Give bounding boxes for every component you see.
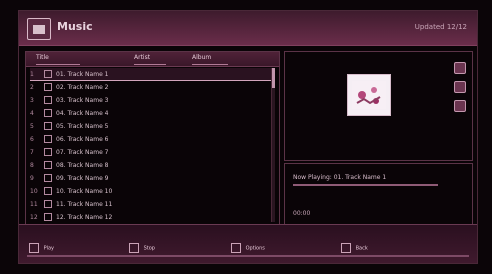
play-label: Play — [43, 245, 55, 252]
track-number: 7 — [30, 148, 34, 156]
track-row[interactable]: 7 07. Track Name 7 — [30, 146, 275, 158]
options-label: Options — [245, 245, 265, 252]
track-label: 09. Track Name 9 — [56, 174, 109, 182]
track-label: 01. Track Name 1 — [56, 70, 109, 78]
track-number: 10 — [30, 187, 38, 195]
track-icon — [44, 161, 52, 169]
track-number: 11 — [30, 200, 38, 208]
track-label: 07. Track Name 7 — [56, 148, 109, 156]
tab-bar: Title Artist Album — [26, 52, 279, 67]
preview-panel — [284, 51, 473, 161]
play-icon — [29, 243, 39, 253]
track-icon — [44, 174, 52, 182]
track-row[interactable]: 1 01. Track Name 1 — [30, 68, 275, 81]
track-icon — [44, 96, 52, 104]
list-scrollbar[interactable] — [271, 68, 275, 222]
track-icon — [44, 70, 52, 78]
bottom-divider — [27, 255, 469, 257]
play-button[interactable]: Play — [29, 243, 54, 253]
track-row[interactable]: 4 04. Track Name 4 — [30, 107, 275, 119]
stop-label: Stop — [143, 245, 155, 252]
options-icon — [231, 243, 241, 253]
track-number: 2 — [30, 83, 34, 91]
track-row[interactable]: 11 11. Track Name 11 — [30, 198, 275, 210]
tab-album[interactable]: Album — [192, 54, 228, 65]
now-playing-text: Now Playing: 01. Track Name 1 — [293, 174, 387, 181]
track-row[interactable]: 6 06. Track Name 6 — [30, 133, 275, 145]
track-icon — [44, 83, 52, 91]
track-label: 02. Track Name 2 — [56, 83, 109, 91]
back-icon — [341, 243, 351, 253]
track-list-panel: Title Artist Album 1 01. Track Name 1 2 … — [25, 51, 280, 229]
tab-title[interactable]: Title — [36, 54, 80, 65]
track-icon — [44, 135, 52, 143]
track-number: 6 — [30, 135, 34, 143]
shuffle-icon[interactable] — [454, 62, 466, 74]
track-icon — [44, 148, 52, 156]
options-button[interactable]: Options — [231, 243, 265, 253]
track-row[interactable]: 12 12. Track Name 12 — [30, 211, 275, 223]
track-number: 12 — [30, 213, 38, 221]
track-icon — [44, 187, 52, 195]
repeat-icon[interactable] — [454, 81, 466, 93]
track-number: 4 — [30, 109, 34, 117]
details-panel: Now Playing: 01. Track Name 1 00:00 — [284, 163, 473, 229]
music-app-icon — [27, 18, 51, 40]
track-label: 04. Track Name 4 — [56, 109, 109, 117]
window-title: Music — [57, 20, 93, 33]
time-text: 00:00 — [293, 210, 311, 217]
album-art — [347, 74, 391, 116]
track-icon — [44, 200, 52, 208]
track-row[interactable]: 9 09. Track Name 9 — [30, 172, 275, 184]
track-icon — [44, 122, 52, 130]
track-row[interactable]: 5 05. Track Name 5 — [30, 120, 275, 132]
track-label: 11. Track Name 11 — [56, 200, 113, 208]
album-art-graphic — [352, 81, 386, 109]
track-list: 1 01. Track Name 1 2 02. Track Name 2 3 … — [26, 68, 279, 228]
track-row[interactable]: 8 08. Track Name 8 — [30, 159, 275, 171]
stop-button[interactable]: Stop — [129, 243, 155, 253]
track-row[interactable]: 10 10. Track Name 10 — [30, 185, 275, 197]
track-label: 06. Track Name 6 — [56, 135, 109, 143]
volume-icon[interactable] — [454, 100, 466, 112]
tab-artist[interactable]: Artist — [134, 54, 166, 65]
track-row[interactable]: 3 03. Track Name 3 — [30, 94, 275, 106]
track-number: 1 — [30, 70, 34, 78]
track-number: 8 — [30, 161, 34, 169]
track-label: 03. Track Name 3 — [56, 96, 109, 104]
track-number: 9 — [30, 174, 34, 182]
title-bar: Music Updated 12/12 — [19, 11, 477, 46]
track-row[interactable]: 2 02. Track Name 2 — [30, 81, 275, 93]
back-label: Back — [355, 245, 368, 252]
back-button[interactable]: Back — [341, 243, 368, 253]
track-icon — [44, 109, 52, 117]
status-text: Updated 12/12 — [414, 23, 467, 31]
bottom-control-bar: Play Stop Options Back — [19, 224, 477, 263]
track-label: 08. Track Name 8 — [56, 161, 109, 169]
stop-icon — [129, 243, 139, 253]
track-label: 10. Track Name 10 — [56, 187, 113, 195]
track-label: 12. Track Name 12 — [56, 213, 113, 221]
track-number: 5 — [30, 122, 34, 130]
track-label: 05. Track Name 5 — [56, 122, 109, 130]
progress-track — [293, 184, 438, 186]
scrollbar-thumb[interactable] — [272, 68, 275, 88]
track-number: 3 — [30, 96, 34, 104]
track-icon — [44, 213, 52, 221]
app-window: Music Updated 12/12 Title Artist Album 1… — [18, 10, 478, 264]
